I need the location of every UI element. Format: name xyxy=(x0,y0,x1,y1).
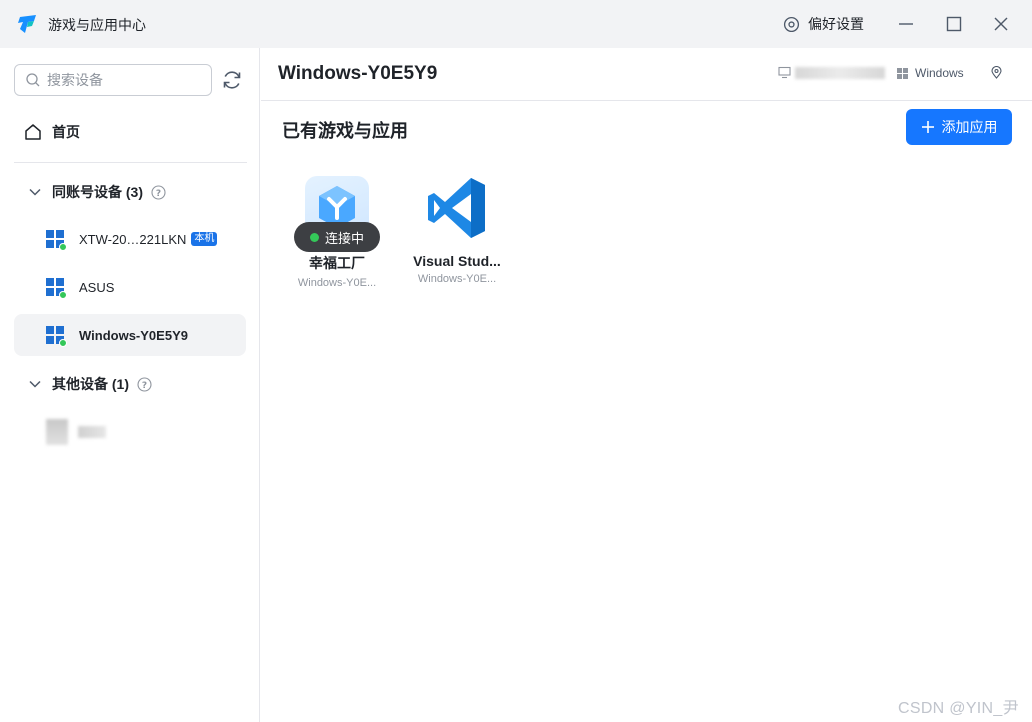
help-icon[interactable]: ? xyxy=(151,184,166,200)
location-pin-icon xyxy=(991,66,1002,79)
home-icon xyxy=(25,124,41,140)
preferences-button[interactable]: 偏好设置 xyxy=(783,14,864,34)
app-title: 游戏与应用中心 xyxy=(48,17,146,33)
svg-text:?: ? xyxy=(142,381,147,391)
preferences-label: 偏好设置 xyxy=(808,16,864,32)
search-input[interactable] xyxy=(47,72,197,88)
online-status-dot xyxy=(59,243,67,251)
search-icon xyxy=(26,73,40,87)
header-divider xyxy=(261,100,1032,101)
home-label: 首页 xyxy=(52,124,80,140)
title-bar: 游戏与应用中心 偏好设置 xyxy=(0,0,1032,48)
page-title: Windows-Y0E5Y9 xyxy=(278,63,438,84)
windows-icon xyxy=(46,230,67,251)
refresh-icon[interactable] xyxy=(221,69,243,91)
app-device: Windows-Y0E... xyxy=(297,277,377,289)
status-label: 连接中 xyxy=(324,230,364,246)
online-status-dot xyxy=(59,291,67,299)
app-card[interactable]: 连接中 幸福工厂 Windows-Y0E... xyxy=(279,176,395,289)
app-name: 幸福工厂 xyxy=(309,255,365,271)
device-item-selected[interactable]: Windows-Y0E5Y9 xyxy=(14,314,246,356)
status-dot xyxy=(309,232,319,242)
close-button[interactable] xyxy=(989,12,1013,36)
blurred-device-name xyxy=(78,426,106,438)
settings-icon xyxy=(783,16,800,32)
sidebar-divider xyxy=(14,162,247,163)
app-name: Visual Stud... xyxy=(413,253,501,269)
add-app-label: 添加应用 xyxy=(941,119,998,135)
app-logo-icon xyxy=(18,15,36,33)
device-name: Windows-Y0E5Y9 xyxy=(79,327,188,343)
close-icon xyxy=(994,17,1008,31)
minimize-icon xyxy=(899,23,913,25)
maximize-icon xyxy=(946,16,962,32)
chevron-down-icon xyxy=(29,188,41,196)
windows-icon xyxy=(897,67,908,79)
windows-icon xyxy=(46,326,67,347)
device-name: XTW-20…221LKN xyxy=(79,231,187,247)
maximize-button[interactable] xyxy=(942,12,966,36)
app-icon xyxy=(425,176,489,240)
sidebar: 首页 同账号设备 (3) ? XTW-20…221LKN 本机 ASUS xyxy=(0,48,260,722)
app-device: Windows-Y0E... xyxy=(417,273,497,285)
blurred-ip xyxy=(795,66,885,79)
blurred-device-icon xyxy=(46,419,68,445)
plus-icon xyxy=(921,121,934,133)
device-item[interactable]: XTW-20…221LKN 本机 xyxy=(14,218,246,260)
sidebar-item-home[interactable]: 首页 xyxy=(24,122,80,142)
blurred-device-item[interactable] xyxy=(46,419,106,445)
app-card[interactable]: Visual Stud... Windows-Y0E... xyxy=(399,176,515,285)
device-name: ASUS xyxy=(79,279,115,295)
online-status-dot xyxy=(59,339,67,347)
add-app-button[interactable]: 添加应用 xyxy=(906,109,1012,145)
section-title: 已有游戏与应用 xyxy=(282,121,408,141)
svg-text:?: ? xyxy=(156,189,161,199)
os-label: Windows xyxy=(915,66,964,80)
device-os-info: Windows xyxy=(897,66,964,80)
search-box[interactable] xyxy=(14,64,212,96)
connecting-status-badge: 连接中 xyxy=(294,222,380,252)
group-label: 同账号设备 (3) xyxy=(52,184,143,200)
minimize-button[interactable] xyxy=(894,12,918,36)
windows-icon xyxy=(46,278,67,299)
group-same-account[interactable]: 同账号设备 (3) ? xyxy=(28,182,166,202)
device-item[interactable]: ASUS xyxy=(14,266,246,308)
device-ip-info xyxy=(778,66,885,79)
this-device-badge: 本机 xyxy=(191,232,218,246)
chevron-down-icon xyxy=(29,380,41,388)
watermark: CSDN @YIN_尹 xyxy=(898,700,1019,717)
group-other-devices[interactable]: 其他设备 (1) ? xyxy=(28,374,152,394)
monitor-icon xyxy=(778,66,791,79)
device-location[interactable] xyxy=(990,66,1003,79)
vscode-icon xyxy=(428,178,485,238)
help-icon[interactable]: ? xyxy=(137,376,152,392)
group-label: 其他设备 (1) xyxy=(52,376,129,392)
